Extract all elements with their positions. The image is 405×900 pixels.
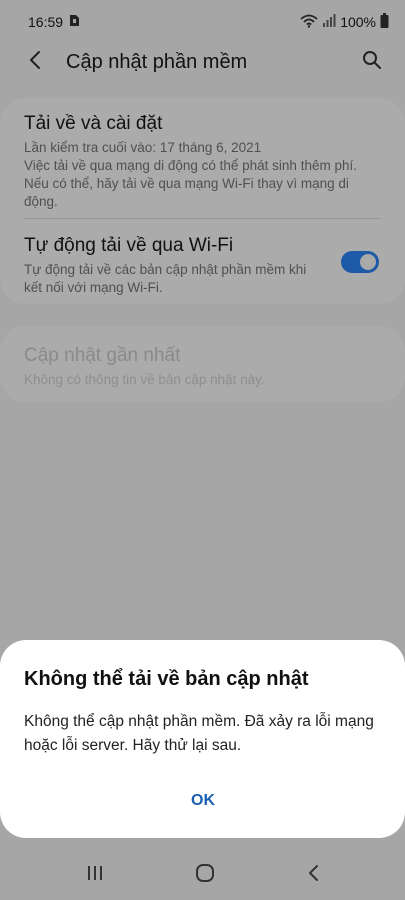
last-checked-text: Lần kiểm tra cuối vào: 17 tháng 6, 2021 <box>24 140 262 155</box>
back-icon[interactable] <box>307 864 319 887</box>
divider <box>24 218 381 219</box>
auto-wifi-item[interactable]: Tự động tải về qua Wi-Fi Tự động tải về … <box>24 234 325 297</box>
last-update-item[interactable]: Cập nhật gần nhất Không có thông tin về … <box>24 344 381 389</box>
status-left: 16:59 <box>28 14 80 30</box>
download-install-title: Tải về và cài đặt <box>24 113 163 134</box>
last-update-title: Cập nhật gần nhất <box>24 345 181 366</box>
sim-icon <box>69 14 80 30</box>
app-bar: Cập nhật phần mềm <box>0 40 405 84</box>
auto-wifi-title: Tự động tải về qua Wi-Fi <box>24 235 234 256</box>
status-time: 16:59 <box>28 14 64 30</box>
signal-icon <box>322 14 336 30</box>
last-update-description: Không có thông tin về bản cập nhật này. <box>24 372 265 387</box>
auto-wifi-description: Tự động tải về các bản cập nhật phần mềm… <box>24 262 307 295</box>
error-dialog: Không thể tải về bản cập nhật Không thể … <box>0 640 405 838</box>
navigation-bar <box>0 850 405 900</box>
toggle-knob <box>360 254 376 270</box>
back-button[interactable] <box>20 47 50 77</box>
battery-icon <box>380 13 389 31</box>
auto-wifi-toggle[interactable] <box>341 251 379 273</box>
dialog-title: Không thể tải về bản cập nhật <box>24 668 309 690</box>
download-install-item[interactable]: Tải về và cài đặt Lần kiểm tra cuối vào:… <box>24 112 381 211</box>
download-install-description: Việc tải về qua mạng di động có thể phát… <box>24 158 357 209</box>
wifi-icon <box>300 14 318 31</box>
settings-card: Tải về và cài đặt Lần kiểm tra cuối vào:… <box>0 98 405 304</box>
recent-apps-icon[interactable] <box>86 865 104 886</box>
search-button[interactable] <box>357 47 387 77</box>
last-update-card: Cập nhật gần nhất Không có thông tin về … <box>0 326 405 402</box>
status-right: 100% <box>300 13 389 31</box>
home-icon[interactable] <box>195 863 215 888</box>
chevron-left-icon <box>28 50 42 75</box>
page-title: Cập nhật phần mềm <box>66 50 248 73</box>
battery-percent: 100% <box>340 14 376 30</box>
dialog-message: Không thể cập nhật phần mềm. Đã xảy ra l… <box>24 713 374 754</box>
ok-button[interactable]: OK <box>170 788 236 814</box>
status-bar: 16:59 100% <box>0 0 405 44</box>
search-icon <box>362 50 382 75</box>
